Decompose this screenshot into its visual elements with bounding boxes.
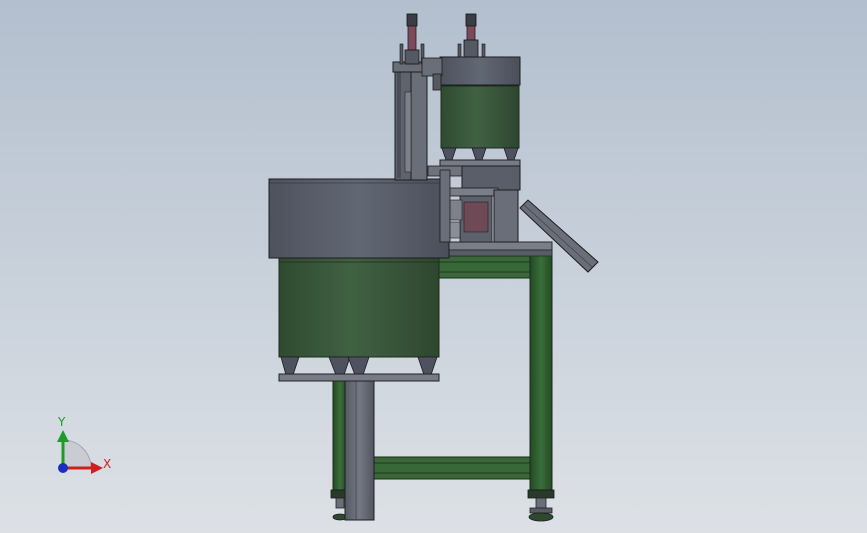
z-axis-dot (58, 463, 68, 473)
axis-triad: Y X (57, 415, 111, 474)
y-axis-arrowhead (57, 430, 69, 442)
y-axis-label: Y (57, 415, 66, 429)
x-axis-arrowhead (91, 462, 103, 474)
cad-viewport[interactable]: Y X (0, 0, 867, 533)
triad-plane (62, 439, 92, 469)
x-axis-label: X (103, 457, 111, 471)
